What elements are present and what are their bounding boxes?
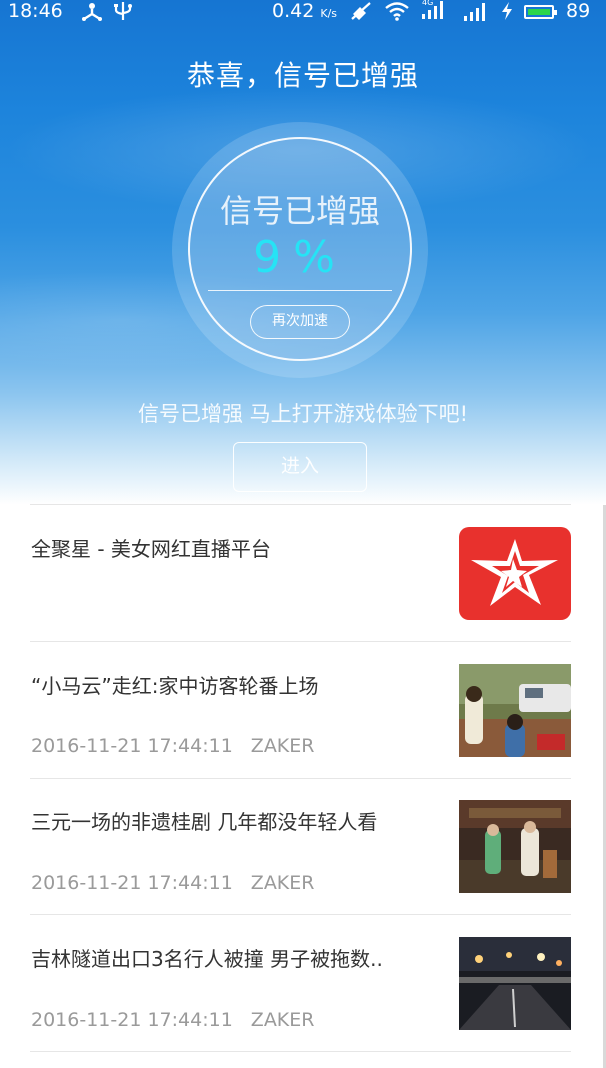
divider <box>30 641 571 642</box>
status-time: 18:46 <box>8 0 63 22</box>
gauge-value: 9% <box>253 232 347 283</box>
news-title: 吉林隧道出口3名行人被撞 男子被拖数.. <box>31 947 383 971</box>
divider <box>30 914 571 915</box>
gauge-label: 信号已增强 <box>219 192 380 230</box>
news-thumbnail <box>459 937 571 1030</box>
ad-title: 全聚星 - 美女网红直播平台 <box>31 537 271 561</box>
divider <box>30 1051 571 1052</box>
news-title: “小马云”走红:家中访客轮番上场 <box>31 674 319 698</box>
battery-level: 89 <box>566 0 591 22</box>
news-thumbnail <box>459 664 571 757</box>
wifi-icon <box>384 1 410 26</box>
news-thumbnail <box>459 800 571 893</box>
divider <box>30 778 571 779</box>
news-meta: 2016-11-21 17:44:11 ZAKER <box>31 735 315 757</box>
usb-share-icon <box>80 1 104 26</box>
mute-icon <box>350 1 372 26</box>
boost-again-button[interactable]: 再次加速 <box>250 305 350 339</box>
news-title: 三元一场的非遗桂剧 几年都没年轻人看 <box>31 810 378 834</box>
signal-boost-panel: 18:46 0.42 K/s 4G 89 恭喜，信号已增强 信号已增强 9% 再 <box>0 0 606 505</box>
enter-button[interactable]: 进入 <box>233 442 367 492</box>
signal-icon <box>462 0 490 27</box>
news-meta: 2016-11-21 17:44:11 ZAKER <box>31 1009 315 1031</box>
signal-icon: 4G <box>420 0 448 25</box>
gauge-divider <box>208 290 392 291</box>
hint-text: 信号已增强 马上打开游戏体验下吧! <box>137 402 469 426</box>
divider <box>30 504 571 505</box>
news-meta: 2016-11-21 17:44:11 ZAKER <box>31 872 315 894</box>
star-logo <box>459 527 571 620</box>
status-bar: 18:46 0.42 K/s 4G 89 <box>0 0 606 26</box>
page-title: 恭喜，信号已增强 <box>186 59 419 92</box>
charging-icon <box>500 1 514 26</box>
usb-icon <box>112 1 134 26</box>
network-speed: 0.42 K/s <box>272 0 338 22</box>
battery-icon <box>524 5 557 19</box>
